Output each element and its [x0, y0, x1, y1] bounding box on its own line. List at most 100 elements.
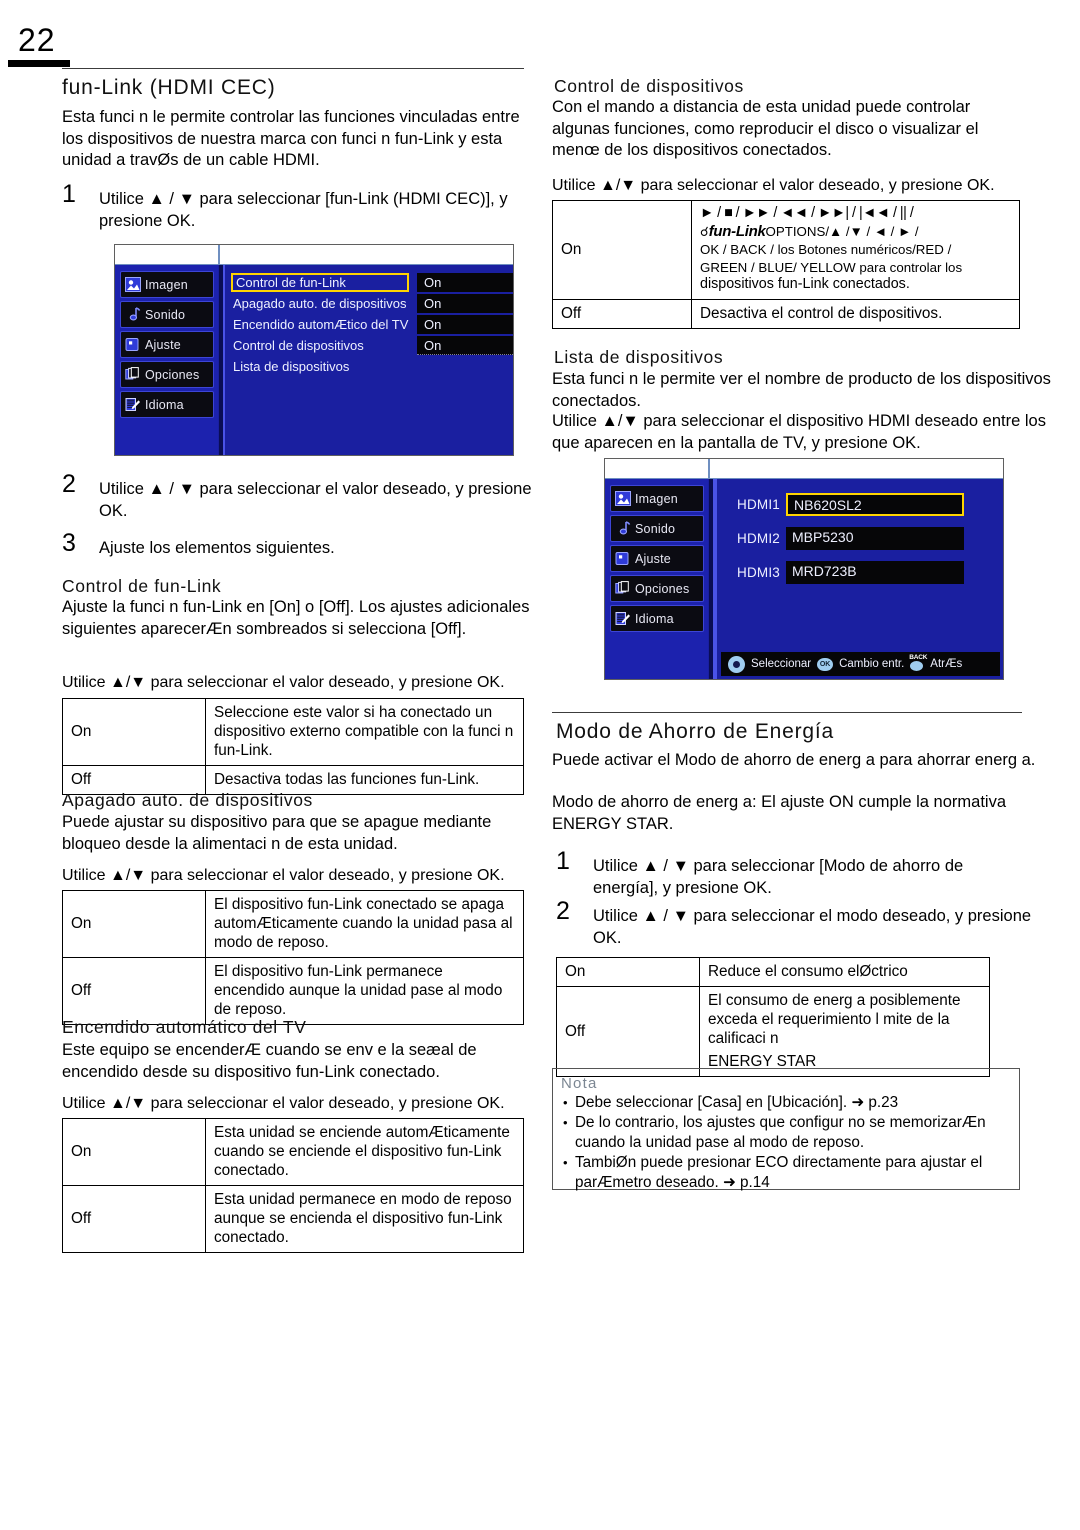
osd-topbar-divider: [218, 245, 220, 264]
osd-row[interactable]: Apagado auto. de dispositivos On: [227, 294, 513, 314]
table-row: Off El consumo de energ a posiblemente e…: [556, 986, 990, 1077]
device-row[interactable]: HDMI3 MRD723B: [721, 561, 997, 586]
sidebar-item-label: Ajuste: [635, 551, 671, 566]
osd-row-label: Lista de dispositivos: [233, 359, 350, 374]
table-cell-desc: Esta unidad permanece en modo de reposo …: [205, 1185, 524, 1253]
color-keys-line: GREEN / BLUE/ YELLOW para controlar los: [700, 259, 963, 275]
osd-funlink-menu: Imagen Sonido Ajuste Opciones Idioma Con…: [114, 244, 514, 456]
note-line-text: parÆmetro deseado. ➜ p.14: [575, 1174, 770, 1191]
sidebar-item-label: Sonido: [635, 521, 676, 536]
sidebar-item-label: Sonido: [145, 307, 186, 322]
osd-row-value: On: [417, 294, 513, 313]
sidebar-item-label: Imagen: [145, 277, 188, 292]
funlink-logo: fun-Link: [708, 222, 766, 240]
sidebar-item-opciones[interactable]: Opciones: [610, 575, 704, 602]
osd-row-value: On: [417, 273, 513, 292]
table-cell-key: Off: [556, 986, 700, 1077]
left-sub3-title: Encendido automático del TV: [62, 1017, 307, 1037]
right-step-2-text: Utilice ▲ / ▼ para seleccionar el modo d…: [593, 907, 1032, 947]
left-sub2-table: On El dispositivo fun-Link conectado se …: [62, 890, 524, 1025]
device-row[interactable]: HDMI2 MBP5230: [721, 527, 997, 552]
osd-row[interactable]: Control de fun-Link On: [227, 273, 513, 293]
right-step-1: 1 Utilice ▲ / ▼ para seleccionar [Modo d…: [556, 849, 1006, 899]
note-line: • Debe seleccionar [Casa] en [Ubicación]…: [561, 1093, 1011, 1113]
right-section-title: Modo de Ahorro de Energía: [556, 720, 835, 743]
note-bullet-icon: •: [563, 1155, 568, 1170]
note-line: • De lo contrario, los ajustes que confi…: [561, 1113, 1011, 1133]
left-sub1-title: Control de fun-Link: [62, 576, 222, 596]
right-sub1-title: Control de dispositivos: [554, 76, 744, 96]
table-row: Off El dispositivo fun-Link permanece en…: [62, 957, 524, 1025]
device-row[interactable]: HDMI1 NB620SL2: [721, 493, 997, 518]
note-bullet-icon: •: [563, 1095, 568, 1110]
page-number: 22: [18, 22, 56, 58]
device-name-field[interactable]: MBP5230: [786, 527, 964, 550]
table-cell-desc: Seleccione este valor si ha conectado un…: [205, 698, 524, 766]
right-sub1-table-wrap: On ► / ■ / ►► / ◄◄ / ►►| / |◄◄ / || / ☌f…: [552, 200, 1020, 329]
sound-icon: [125, 307, 141, 322]
manual-page: 22 fun-Link (HDMI CEC) Esta funci n le p…: [0, 0, 1080, 1530]
osd-row[interactable]: Encendido automÆtico del TV On: [227, 315, 513, 335]
left-sub1-body: Ajuste la funci n fun-Link en [On] o [Of…: [62, 598, 530, 638]
left-intro-text: Esta funci n le permite controlar las fu…: [62, 108, 520, 169]
sidebar-item-opciones[interactable]: Opciones: [120, 361, 214, 388]
osd-row-value: On: [417, 315, 513, 334]
ok-icon: OK: [817, 657, 834, 671]
osd-row-value: On: [417, 336, 513, 355]
osd-footer-hints: Seleccionar OK Cambio entr. BACK AtrÆs: [721, 652, 1000, 676]
sidebar-item-sonido[interactable]: Sonido: [120, 301, 214, 328]
table-cell-desc: ► / ■ / ►► / ◄◄ / ►►| / |◄◄ / || / ☌fun-…: [691, 200, 1020, 300]
right-sub2-body2: Utilice ▲/▼ para seleccionar el disposit…: [552, 412, 1046, 452]
energy-off-desc: El consumo de energ a posiblemente exced…: [708, 992, 961, 1047]
osd-row[interactable]: Lista de dispositivos: [227, 357, 507, 377]
note-line-text: TambiØn puede presionar ECO directamente…: [575, 1154, 983, 1171]
sidebar-item-label: Ajuste: [145, 337, 181, 352]
table-row: On Reduce el consumo elØctrico: [556, 957, 990, 987]
table-cell-key: On: [62, 1118, 206, 1186]
table-row: On El dispositivo fun-Link conectado se …: [62, 890, 524, 958]
options-icon: [615, 581, 631, 596]
settings-icon: [615, 551, 631, 566]
note-title: Nota: [561, 1075, 598, 1092]
osd-topbar-divider: [708, 459, 710, 478]
sidebar-item-imagen[interactable]: Imagen: [610, 485, 704, 512]
right-section-rule: [552, 712, 1022, 713]
left-sub3-table-wrap: On Esta unidad se enciende automÆticamen…: [62, 1118, 524, 1253]
osd-topbar: [115, 245, 513, 265]
right-energy-table-wrap: On Reduce el consumo elØctrico Off El co…: [556, 957, 990, 1077]
sidebar-item-ajuste[interactable]: Ajuste: [120, 331, 214, 358]
right-energy-body: Puede activar el Modo de ahorro de energ…: [552, 751, 1036, 769]
left-step-1-text: Utilice ▲ / ▼ para seleccionar [fun-Link…: [99, 190, 508, 230]
device-name-field[interactable]: NB620SL2: [786, 493, 964, 516]
sidebar-item-imagen[interactable]: Imagen: [120, 271, 214, 298]
right-energy-body2: Modo de ahorro de energ a: El ajuste ON …: [552, 793, 1006, 833]
settings-icon: [125, 337, 141, 352]
right-sub1-body: Con el mando a distancia de esta unidad …: [552, 98, 979, 159]
note-box: Nota • Debe seleccionar [Casa] en [Ubica…: [552, 1068, 1020, 1191]
table-cell-key: On: [552, 200, 692, 300]
right-step-2: 2 Utilice ▲ / ▼ para seleccionar el modo…: [556, 899, 1056, 949]
left-sub1-table-wrap: On Seleccione este valor si ha conectado…: [62, 698, 524, 795]
table-row: Off Esta unidad permanece en modo de rep…: [62, 1185, 524, 1253]
sidebar-item-ajuste[interactable]: Ajuste: [610, 545, 704, 572]
left-sub1-lead: Utilice ▲/▼ para seleccionar el valor de…: [62, 674, 505, 691]
osd-body: Control de fun-Link On Apagado auto. de …: [227, 265, 513, 455]
sidebar-item-idioma[interactable]: Idioma: [610, 605, 704, 632]
table-cell-key: Off: [552, 298, 692, 329]
device-control-table: On ► / ■ / ►► / ◄◄ / ►►| / |◄◄ / || / ☌f…: [552, 200, 1020, 329]
note-bullet-icon: •: [563, 1115, 568, 1130]
table-cell-desc: Desactiva el control de dispositivos.: [691, 298, 1020, 329]
right-step-1-number: 1: [556, 847, 570, 875]
osd-row[interactable]: Control de dispositivos On: [227, 336, 513, 356]
table-cell-desc: El consumo de energ a posiblemente exced…: [699, 986, 990, 1077]
osd-sidebar-separator-2: [715, 479, 717, 679]
eco-leaf-icon: ☌: [700, 223, 709, 239]
sidebar-item-idioma[interactable]: Idioma: [120, 391, 214, 418]
left-sub3-body: Este equipo se encenderÆ cuando se env e…: [62, 1041, 477, 1081]
osd-topbar: [605, 459, 1003, 479]
device-name-field[interactable]: MRD723B: [786, 561, 964, 584]
sidebar-item-sonido[interactable]: Sonido: [610, 515, 704, 542]
left-step-3: 3 Ajuste los elementos siguientes.: [62, 531, 532, 559]
sidebar-item-label: Imagen: [635, 491, 678, 506]
left-sub3-table: On Esta unidad se enciende automÆticamen…: [62, 1118, 524, 1253]
